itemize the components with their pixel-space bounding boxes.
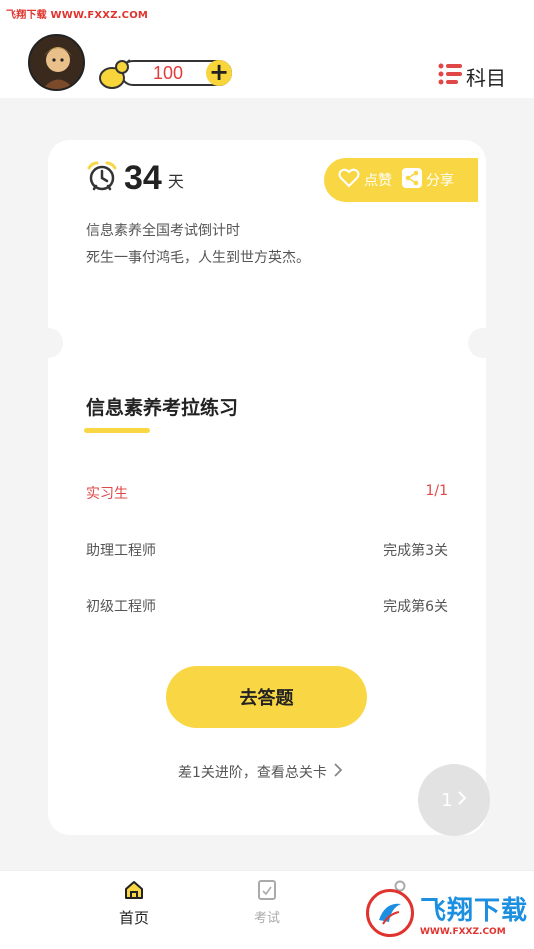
view-all-levels-link[interactable]: 差1关进阶，查看总关卡	[178, 762, 343, 782]
share-button[interactable]: 分享	[402, 168, 454, 192]
level-row-assistant-engineer: 助理工程师 完成第3关	[86, 540, 448, 560]
like-label: 点赞	[364, 173, 392, 189]
share-label: 分享	[426, 173, 454, 189]
countdown-subtitle: 信息素养全国考试倒计时	[86, 223, 240, 239]
avatar[interactable]	[28, 34, 85, 91]
watermark-logo-url: WWW.FXXZ.COM	[420, 926, 506, 937]
like-share-pill: 点赞 分享	[324, 158, 478, 202]
coin-balance: 100 +	[98, 58, 233, 89]
heart-icon	[338, 168, 360, 192]
chevron-right-icon	[457, 790, 467, 811]
watermark-logo-text: 飞翔下载 WWW.FXXZ.COM	[420, 890, 528, 937]
card-notch-left	[33, 328, 63, 358]
home-icon	[123, 881, 145, 905]
subject-button[interactable]: 科目	[438, 62, 506, 90]
next-card-number: 1	[441, 789, 453, 811]
share-icon	[402, 168, 422, 192]
coin-value: 100	[152, 63, 184, 83]
level-status: 1/1	[425, 483, 448, 499]
tab-label: 首页	[118, 909, 149, 927]
section-title: 信息素养考拉练习	[86, 397, 239, 419]
alarm-clock-icon	[86, 160, 118, 196]
level-row-junior-engineer: 初级工程师 完成第6关	[86, 596, 448, 616]
level-status: 完成第3关	[383, 543, 448, 559]
countdown-unit: 天	[167, 172, 184, 191]
like-button[interactable]: 点赞	[338, 168, 392, 192]
tab-label: 考试	[253, 911, 280, 926]
level-name: 助理工程师	[86, 543, 156, 559]
plus-icon: +	[208, 58, 230, 86]
section-title-underline	[84, 428, 150, 433]
exam-countdown: 34 天	[86, 160, 184, 196]
tab-home[interactable]: 首页	[104, 879, 164, 928]
list-icon	[438, 63, 462, 89]
chevron-right-icon	[333, 762, 343, 782]
watermark-logo-name: 飞翔下载	[420, 895, 529, 926]
subject-label: 科目	[466, 65, 506, 90]
countdown-number: 34	[124, 159, 162, 197]
level-row-intern: 实习生 1/1	[86, 483, 448, 503]
watermark-top-text: 飞翔下载 WWW.FXXZ.COM	[6, 10, 149, 21]
level-name: 初级工程师	[86, 599, 156, 615]
add-coins-button[interactable]: +	[206, 60, 232, 86]
watermark-logo: 飞翔下载 WWW.FXXZ.COM	[366, 884, 528, 942]
level-status: 完成第6关	[383, 599, 448, 615]
watermark-logo-icon	[366, 889, 414, 937]
hint-text: 差1关进阶，查看总关卡	[178, 765, 327, 781]
next-card-button[interactable]: 1	[418, 764, 490, 836]
exam-icon	[257, 880, 277, 905]
level-name: 实习生	[86, 486, 128, 502]
start-quiz-button[interactable]: 去答题	[166, 666, 367, 728]
card-notch-right	[468, 328, 498, 358]
motto-text: 死生一事付鸿毛，人生到世方英杰。	[86, 250, 310, 266]
tab-exam[interactable]: 考试	[237, 879, 297, 926]
gourd-icon	[98, 58, 132, 94]
